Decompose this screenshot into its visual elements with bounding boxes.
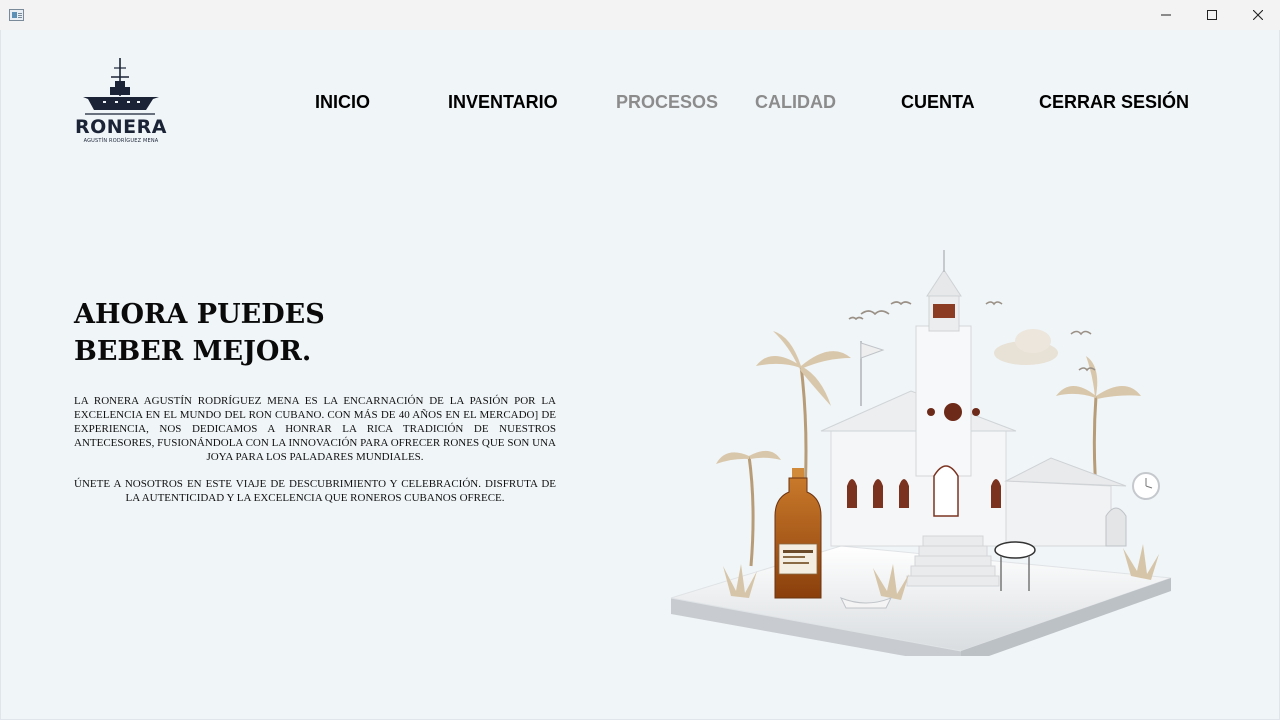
nav-calidad[interactable]: CALIDAD — [755, 92, 836, 113]
brand-logo[interactable]: RONERA AGUSTÍN RODRÍGUEZ MENA — [75, 56, 167, 148]
nav-inventario[interactable]: INVENTARIO — [448, 92, 558, 113]
close-icon — [1253, 10, 1263, 20]
maximize-icon — [1207, 10, 1217, 20]
minimize-button[interactable] — [1143, 0, 1189, 30]
rum-bottle-icon — [774, 468, 822, 599]
close-button[interactable] — [1235, 0, 1280, 30]
logo-name: RONERA — [75, 116, 167, 138]
minimize-icon — [1161, 14, 1171, 16]
app-window-icon — [9, 9, 24, 21]
ship-logo-icon — [83, 58, 159, 115]
hero-paragraph-2: ÚNETE A NOSOTROS EN ESTE VIAJE DE DESCUB… — [74, 478, 556, 504]
nav-cerrar-sesion[interactable]: CERRAR SESIÓN — [1039, 92, 1189, 113]
logo-subtitle: AGUSTÍN RODRÍGUEZ MENA — [83, 138, 159, 144]
hero-title: AHORA PUEDES BEBER MEJOR. — [74, 299, 325, 367]
rum-distillery-illustration — [670, 250, 1172, 656]
nav-cuenta[interactable]: CUENTA — [901, 92, 975, 113]
window-titlebar — [0, 0, 1280, 30]
hero-paragraph-1: LA RONERA AGUSTÍN RODRÍGUEZ MENA ES LA E… — [74, 395, 556, 463]
nav-procesos[interactable]: PROCESOS — [616, 92, 718, 113]
main-content: RONERA AGUSTÍN RODRÍGUEZ MENA INICIO INV… — [0, 30, 1280, 720]
maximize-button[interactable] — [1189, 0, 1235, 30]
nav-inicio[interactable]: INICIO — [315, 92, 370, 113]
